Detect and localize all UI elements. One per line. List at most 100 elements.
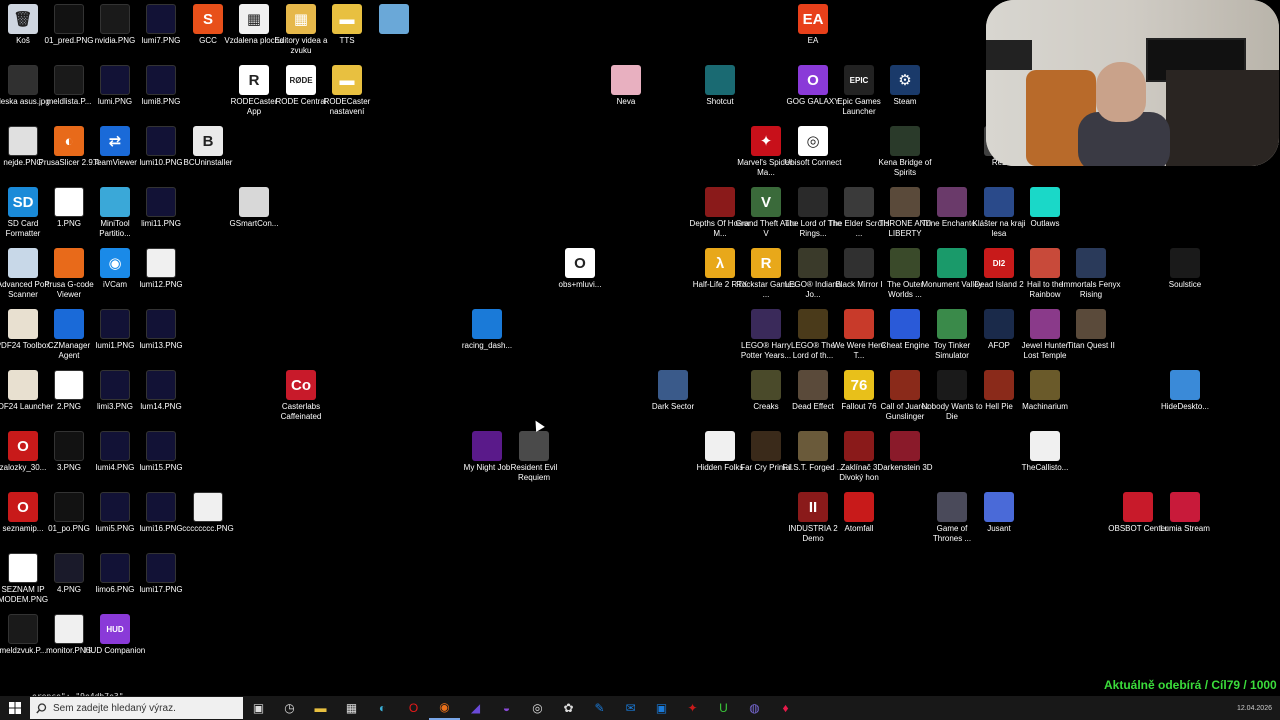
taskbar-obs-icon[interactable]: ◎ bbox=[522, 696, 553, 720]
taskbar-clock-app-icon[interactable]: ◷ bbox=[274, 696, 305, 720]
desktop-icon[interactable]: MiniTool Partitio... bbox=[92, 187, 138, 239]
app-icon bbox=[705, 65, 735, 95]
desktop-icon[interactable]: II INDUSTRIA 2 Demo bbox=[788, 492, 838, 544]
desktop-icon[interactable]: cccccccc.PNG bbox=[182, 492, 234, 534]
app-icon bbox=[54, 309, 84, 339]
desktop-icon[interactable]: ✦ Marvel's Spider-Ma... bbox=[737, 126, 795, 178]
desktop-icon[interactable]: Kena Bridge of Spirits bbox=[879, 126, 931, 178]
desktop-icon[interactable]: EA EA bbox=[790, 4, 836, 46]
desktop-icon[interactable]: Co Casterlabs Caffeinated bbox=[278, 370, 324, 422]
desktop-icon[interactable]: Neva bbox=[603, 65, 649, 107]
desktop-icon[interactable]: lumi17.PNG bbox=[138, 553, 184, 595]
desktop-icon[interactable]: THRONE AND LIBERTY bbox=[879, 187, 931, 239]
desktop-icon-label: Casterlabs Caffeinated bbox=[280, 402, 322, 421]
taskbar-app-glow-icon[interactable]: ◍ bbox=[739, 696, 770, 720]
desktop-icon[interactable]: The Outer Worlds ... bbox=[882, 248, 928, 300]
desktop-icon[interactable]: Immortals Fenyx Rising bbox=[1061, 248, 1121, 300]
taskbar-app-pen-icon[interactable]: ✎ bbox=[584, 696, 615, 720]
taskbar-firefox-icon[interactable]: ◉ bbox=[429, 696, 460, 720]
desktop-icon[interactable]: Dark Sector bbox=[650, 370, 696, 412]
desktop-icon[interactable]: EPIC Epic Games Launcher bbox=[836, 65, 882, 117]
desktop-icon[interactable]: SEZNAM IP MODEM.PNG bbox=[0, 553, 48, 605]
desktop-icon[interactable]: Oobs+mluvi... bbox=[557, 248, 603, 290]
taskbar-app-mail-icon[interactable]: ✉ bbox=[615, 696, 646, 720]
desktop-icon[interactable]: Game of Thrones ... bbox=[929, 492, 975, 544]
start-button[interactable] bbox=[0, 696, 30, 720]
app-icon bbox=[844, 187, 874, 217]
desktop-icon[interactable]: Zaklínač 3 Divoký hon bbox=[836, 431, 882, 483]
desktop-icon[interactable]: ▦ Editory videa a zvuku bbox=[275, 4, 327, 56]
taskbar-app-red-icon[interactable]: ✦ bbox=[677, 696, 708, 720]
desktop-icon[interactable]: lumi15.PNG bbox=[138, 431, 184, 473]
desktop-icon[interactable]: Resident Evil Requiem bbox=[511, 431, 557, 483]
app-icon bbox=[1076, 248, 1106, 278]
app-icon: R bbox=[239, 65, 269, 95]
desktop-icon[interactable]: racing_dash... bbox=[462, 309, 512, 351]
desktop-icon[interactable]: Nobody Wants to Die bbox=[921, 370, 983, 422]
desktop-icon[interactable]: Machinarium bbox=[1022, 370, 1068, 412]
desktop-icon[interactable]: Lumia Stream bbox=[1160, 492, 1210, 534]
desktop-icon[interactable]: CZManager Agent bbox=[46, 309, 92, 361]
desktop-icon[interactable]: We Were Here T... bbox=[833, 309, 885, 361]
app-icon bbox=[1170, 370, 1200, 400]
desktop-icon[interactable]: TheCallisto... bbox=[1022, 431, 1068, 473]
app-icon bbox=[1030, 431, 1060, 461]
desktop-icon[interactable]: ⚙ Steam bbox=[882, 65, 928, 107]
desktop-icon[interactable]: Jusant bbox=[976, 492, 1022, 534]
desktop-icon[interactable]: GSmartCon... bbox=[230, 187, 278, 229]
desktop-icon[interactable]: R RODECaster App bbox=[231, 65, 277, 117]
desktop-icon[interactable]: Klášter na kraji lesa bbox=[973, 187, 1025, 239]
desktop-icon[interactable]: Prusa G-code Viewer bbox=[44, 248, 94, 300]
taskbar-app-save-icon[interactable]: ▣ bbox=[646, 696, 677, 720]
desktop-icon[interactable]: lumi12.PNG bbox=[138, 248, 184, 290]
desktop-icon[interactable]: Soulstice bbox=[1162, 248, 1208, 290]
desktop-icon[interactable]: Atomfall bbox=[836, 492, 882, 534]
app-icon: 🗑 bbox=[8, 4, 38, 34]
desktop-icon[interactable]: ◎ Ubisoft Connect bbox=[785, 126, 841, 168]
taskbar-edge-icon[interactable]: ◐ bbox=[367, 696, 398, 720]
desktop-icon[interactable]: Shotcut bbox=[697, 65, 743, 107]
app-icon: 76 bbox=[844, 370, 874, 400]
taskbar-opera-icon[interactable]: O bbox=[398, 696, 429, 720]
desktop-icon-label: Machinarium bbox=[1022, 402, 1068, 411]
desktop-icon[interactable]: Darkenstein 3D bbox=[877, 431, 933, 473]
desktop-icon[interactable]: Titan Quest II bbox=[1067, 309, 1115, 351]
desktop-icon[interactable]: Outlaws bbox=[1022, 187, 1068, 229]
desktop-icon[interactable]: ▬ TTS bbox=[324, 4, 370, 46]
taskbar-app-purple-icon[interactable]: ◒ bbox=[491, 696, 522, 720]
taskbar-store-icon[interactable]: ▦ bbox=[336, 696, 367, 720]
app-icon bbox=[472, 309, 502, 339]
desktop-icon[interactable]: ▬ RODECaster nastavení bbox=[324, 65, 370, 117]
desktop-icon-label: Immortals Fenyx Rising bbox=[1061, 280, 1121, 299]
desktop-icon[interactable] bbox=[371, 4, 417, 36]
app-icon bbox=[8, 614, 38, 644]
desktop-icon[interactable]: Toy Tinker Simulator bbox=[929, 309, 975, 361]
webcam-person-head bbox=[1096, 62, 1146, 122]
app-icon: ⚙ bbox=[890, 65, 920, 95]
desktop-icon[interactable]: lumi13.PNG bbox=[138, 309, 184, 351]
taskbar-app-bird-icon[interactable]: ✿ bbox=[553, 696, 584, 720]
desktop-icon[interactable]: HideDeskto... bbox=[1161, 370, 1209, 412]
app-icon: Co bbox=[286, 370, 316, 400]
desktop-icon[interactable]: limi11.PNG bbox=[138, 187, 184, 229]
desktop-icon[interactable]: LEGO® Indiana Jo... bbox=[785, 248, 841, 300]
desktop-icon[interactable]: SD SD Card Formatter bbox=[0, 187, 46, 239]
subscriber-goal-text: Aktuálně odebírá / Cíl79 / 1000 bbox=[1104, 678, 1277, 692]
app-icon: ✦ bbox=[751, 126, 781, 156]
desktop-icon[interactable]: lumi8.PNG bbox=[138, 65, 184, 107]
clock[interactable]: 12.04.2026 bbox=[1237, 705, 1280, 712]
taskbar-file-explorer-icon[interactable]: ▬ bbox=[305, 696, 336, 720]
app-icon bbox=[1170, 492, 1200, 522]
desktop-icon[interactable]: HUD HUD Companion bbox=[85, 614, 145, 656]
desktop-icon[interactable]: B BCUninstaller bbox=[184, 126, 232, 168]
desktop-icon-label: limi11.PNG bbox=[141, 219, 181, 228]
desktop-icon-label: lumi13.PNG bbox=[139, 341, 183, 350]
taskbar-app-u-icon[interactable]: U bbox=[708, 696, 739, 720]
taskbar-task-view-icon[interactable]: ▣ bbox=[243, 696, 274, 720]
desktop-icon[interactable]: lum14.PNG bbox=[138, 370, 184, 412]
app-icon bbox=[100, 431, 130, 461]
taskbar-search[interactable]: Sem zadejte hledaný výraz. bbox=[30, 697, 243, 719]
desktop-icon[interactable]: Jewel Hunter Lost Temple bbox=[1022, 309, 1068, 361]
taskbar-app-pin-icon[interactable]: ♦ bbox=[770, 696, 801, 720]
taskbar-app-blue-icon[interactable]: ◢ bbox=[460, 696, 491, 720]
